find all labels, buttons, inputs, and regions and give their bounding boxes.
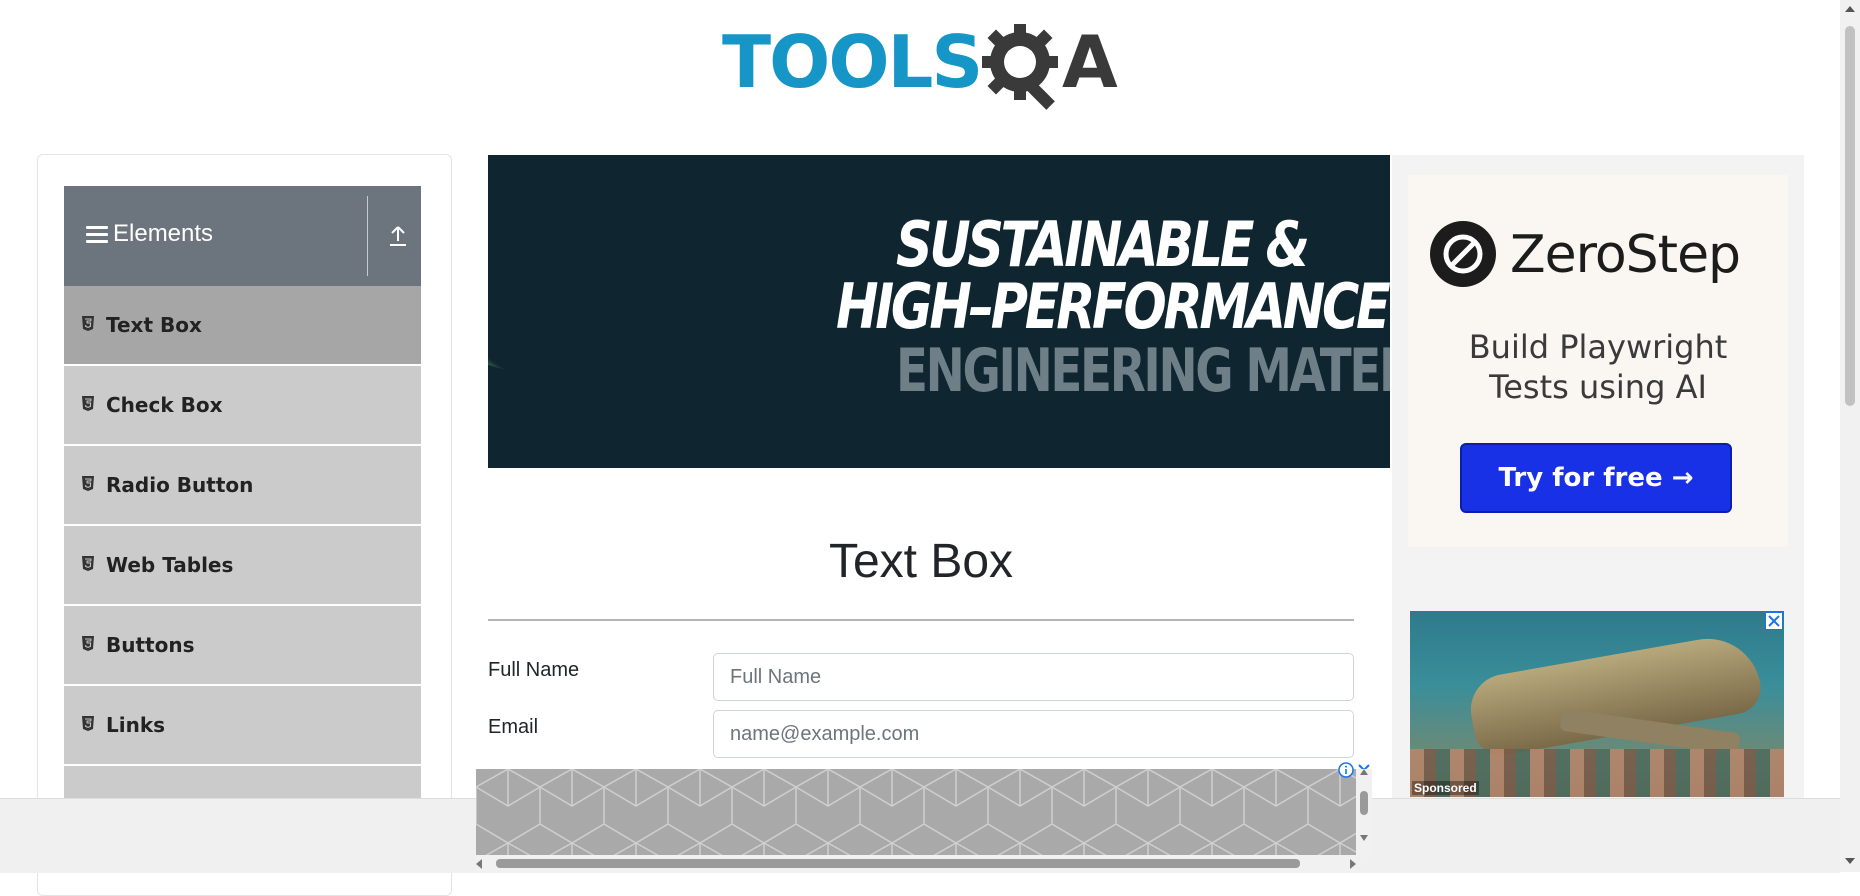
full-name-placeholder: Full Name bbox=[730, 666, 822, 688]
sidebar-item-label: Check Box bbox=[106, 393, 223, 417]
sidebar-menu: Text Box Check Box Radio Button Web Tabl… bbox=[64, 286, 421, 846]
html5-icon bbox=[82, 396, 94, 411]
sidebar-item-buttons[interactable]: Buttons bbox=[64, 606, 421, 686]
sidebar-item-radio-button[interactable]: Radio Button bbox=[64, 446, 421, 526]
html5-icon bbox=[82, 476, 94, 491]
full-name-label: Full Name bbox=[488, 659, 580, 681]
banner-line-2: HIGH–PERFORMANCE bbox=[836, 270, 1390, 343]
html5-icon bbox=[82, 316, 94, 331]
zerostep-logo-icon bbox=[1430, 221, 1496, 287]
scroll-up-icon[interactable] bbox=[1844, 4, 1856, 14]
html5-icon bbox=[82, 716, 94, 731]
email-label: Email bbox=[488, 716, 539, 738]
toolsqa-logo[interactable]: TOOLS A bbox=[722, 18, 1124, 114]
page-title: Text Box bbox=[828, 535, 1014, 588]
email-placeholder: name@example.com bbox=[730, 723, 920, 745]
sidebar-group-elements[interactable]: Elements bbox=[64, 186, 421, 286]
ad-horizontal-scrollbar[interactable] bbox=[476, 855, 1356, 872]
ad-vertical-scrollbar[interactable] bbox=[1356, 769, 1372, 857]
sidebar-item-check-box[interactable]: Check Box bbox=[64, 366, 421, 446]
banner-line-1: SUSTAINABLE & bbox=[896, 208, 1310, 281]
html5-icon bbox=[82, 556, 94, 571]
sidebar-item-label: Text Box bbox=[106, 313, 202, 337]
logo-tail: A bbox=[1062, 20, 1118, 104]
zerostep-ad[interactable]: ZeroStep Build Playwright Tests using AI… bbox=[1408, 175, 1788, 547]
logo-text: TOOLS bbox=[722, 20, 983, 104]
zerostep-subtitle: Build Playwright Tests using AI bbox=[1408, 327, 1788, 407]
sponsored-label: Sponsored bbox=[1412, 781, 1479, 795]
full-name-input[interactable]: Full Name bbox=[713, 653, 1354, 701]
email-input[interactable]: name@example.com bbox=[713, 710, 1354, 758]
banner-line-3: ENGINEERING MATERIA bbox=[896, 336, 1390, 406]
page-scrollbar-thumb[interactable] bbox=[1845, 26, 1855, 406]
zerostep-brand: ZeroStep bbox=[1510, 225, 1741, 285]
divider bbox=[367, 196, 368, 276]
gear-magnifier-icon bbox=[980, 22, 1070, 117]
sidebar-item-links[interactable]: Links bbox=[64, 686, 421, 766]
sidebar-item-text-box[interactable]: Text Box bbox=[64, 286, 421, 366]
sidebar-group-title: Elements bbox=[113, 220, 214, 247]
scroll-down-icon[interactable] bbox=[1844, 856, 1856, 866]
hamburger-icon bbox=[86, 226, 108, 244]
html5-icon bbox=[82, 636, 94, 651]
ad-info-icon[interactable] bbox=[1338, 762, 1354, 783]
sidebar-item-label: Radio Button bbox=[106, 473, 254, 497]
subtitle-line-2: Tests using AI bbox=[1489, 368, 1707, 406]
sidebar-item-label: Web Tables bbox=[106, 553, 234, 577]
sponsored-ad-image[interactable]: Sponsored bbox=[1410, 611, 1784, 797]
banner-ad[interactable]: SUSTAINABLE & HIGH–PERFORMANCE ENGINEERI… bbox=[488, 155, 1390, 468]
subtitle-line-1: Build Playwright bbox=[1468, 328, 1728, 366]
sidebar-item-label: Buttons bbox=[106, 633, 195, 657]
sidebar-item-web-tables[interactable]: Web Tables bbox=[64, 526, 421, 606]
try-for-free-button[interactable]: Try for free → bbox=[1460, 443, 1732, 513]
sidebar-item-label: Links bbox=[106, 713, 166, 737]
collapse-button[interactable] bbox=[378, 216, 418, 256]
close-icon[interactable] bbox=[1765, 612, 1783, 630]
upload-icon bbox=[390, 226, 406, 246]
banner-glow bbox=[488, 155, 728, 375]
title-divider bbox=[488, 619, 1354, 621]
